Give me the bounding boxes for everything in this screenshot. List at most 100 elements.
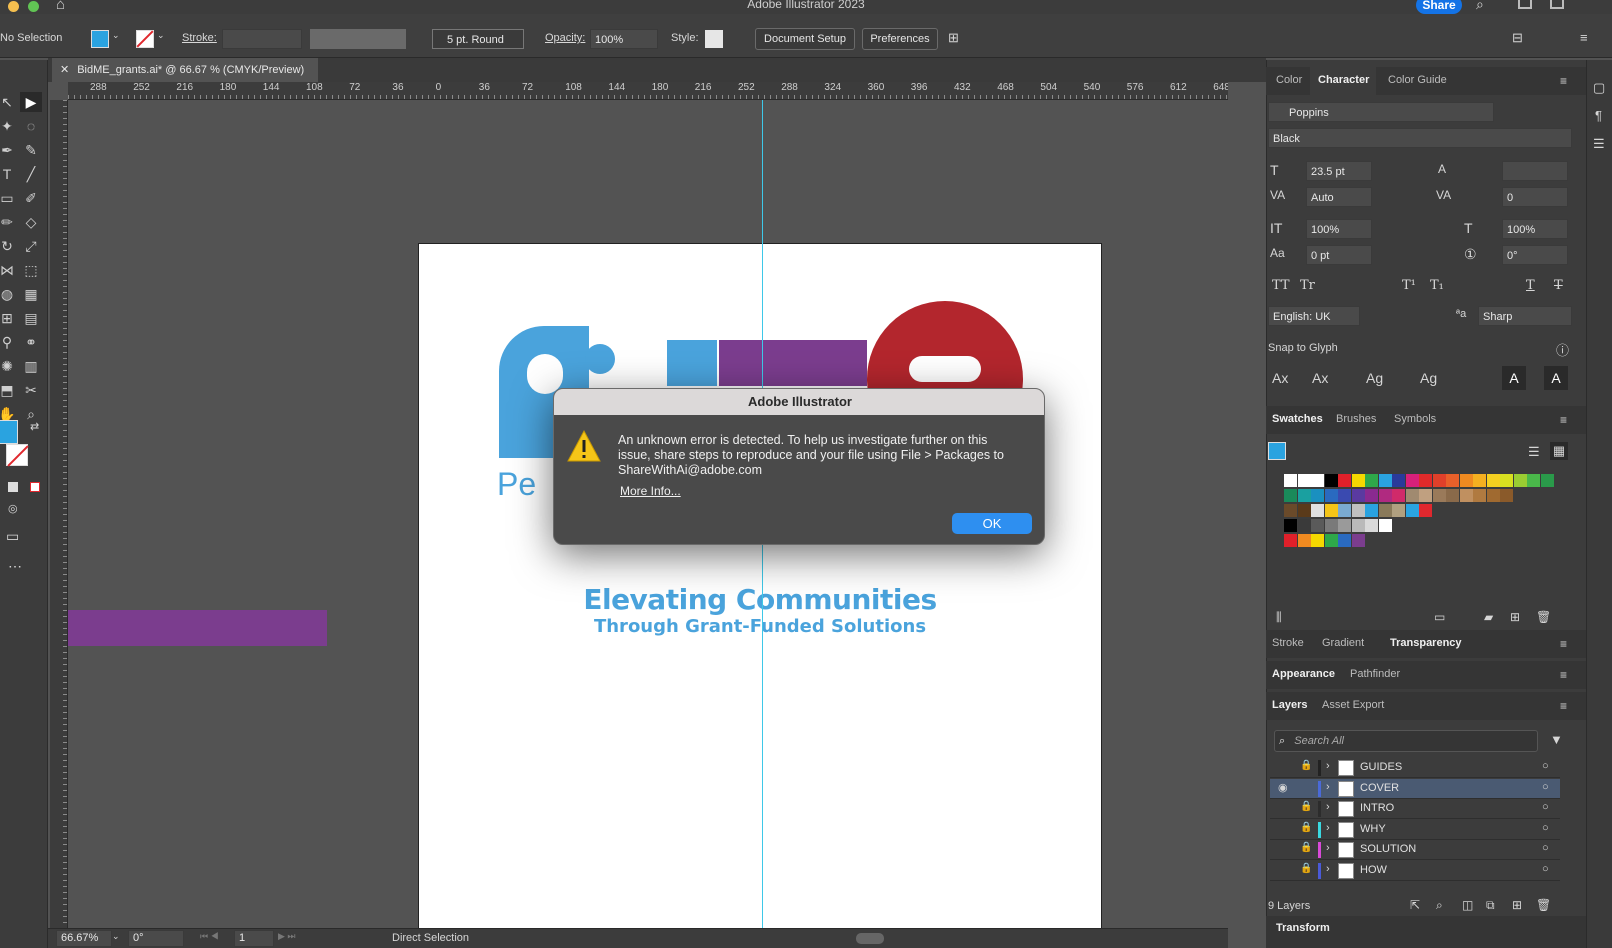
swatch[interactable] <box>1540 474 1554 487</box>
selection-tool-icon[interactable]: ↖ <box>0 92 18 112</box>
style-swatch[interactable] <box>705 30 723 48</box>
none-mode-icon[interactable] <box>30 482 40 492</box>
superscript-icon[interactable]: T¹ <box>1402 278 1416 293</box>
swatch[interactable] <box>1392 489 1405 502</box>
swatch[interactable] <box>1419 504 1432 517</box>
chevron-right-icon[interactable]: › <box>1326 760 1330 772</box>
export-icon[interactable]: ⇱ <box>1410 898 1420 912</box>
tab-transparency[interactable]: Transparency <box>1390 637 1462 649</box>
tab-appearance[interactable]: Appearance <box>1272 668 1335 680</box>
swatch[interactable] <box>1365 474 1378 487</box>
paragraph-icon[interactable]: ¶ <box>1595 108 1602 123</box>
baseline-shift-input[interactable]: 0 pt <box>1306 245 1372 265</box>
arrange-documents-icon[interactable]: ⊞ <box>948 30 959 46</box>
swatch-grid[interactable] <box>1270 474 1554 554</box>
swatch[interactable] <box>1311 474 1324 487</box>
swatch[interactable] <box>1297 534 1311 547</box>
swatch[interactable] <box>1419 489 1432 502</box>
tab-stroke[interactable]: Stroke <box>1272 637 1304 649</box>
tab-swatches[interactable]: Swatches <box>1272 413 1323 425</box>
filter-icon[interactable]: ▼ <box>1550 732 1563 747</box>
type-tool-icon[interactable]: T <box>0 164 18 184</box>
vertical-scale-input[interactable]: 100% <box>1306 219 1372 239</box>
brush-definition[interactable]: 5 pt. Round <box>432 29 524 49</box>
swatch[interactable] <box>1338 489 1351 502</box>
fill-swatch[interactable] <box>91 30 109 48</box>
swatch[interactable] <box>1284 504 1297 517</box>
cover-subheadline[interactable]: Through Grant-Funded Solutions <box>419 616 1101 637</box>
clipping-mask-icon[interactable]: ◫ <box>1462 898 1473 912</box>
swatch[interactable] <box>1378 474 1392 487</box>
swatch[interactable] <box>1419 474 1432 487</box>
tab-layers[interactable]: Layers <box>1272 699 1307 711</box>
swatch[interactable] <box>1297 504 1311 517</box>
swatch[interactable] <box>1324 504 1338 517</box>
layer-name[interactable]: SOLUTION <box>1360 843 1416 855</box>
swatch[interactable] <box>1365 519 1378 532</box>
document-tab[interactable]: ✕ BidME_grants.ai* @ 66.67 % (CMYK/Previe… <box>52 58 318 82</box>
swatch[interactable] <box>1378 489 1392 502</box>
new-swatch-icon[interactable]: ⊞ <box>1510 610 1520 624</box>
new-sublayer-icon[interactable]: ⧉ <box>1486 898 1495 913</box>
horizontal-scale-input[interactable]: 100% <box>1502 219 1568 239</box>
preferences-button[interactable]: Preferences <box>862 28 938 50</box>
swatch[interactable] <box>1338 519 1351 532</box>
language-select[interactable]: English: UK <box>1268 306 1360 326</box>
mesh-tool-icon[interactable]: ⊞ <box>0 308 18 328</box>
shape-builder-tool-icon[interactable]: ◍ <box>0 284 18 304</box>
stroke-label[interactable]: Stroke: <box>182 32 217 44</box>
libraries-icon[interactable]: ▢ <box>1593 80 1605 96</box>
layer-row[interactable]: 🔒 › SOLUTION ○ <box>1270 840 1560 860</box>
swatch[interactable] <box>1392 504 1405 517</box>
layer-name[interactable]: HOW <box>1360 864 1387 876</box>
kerning-input[interactable]: Auto <box>1306 187 1372 207</box>
font-size-input[interactable]: 23.5 pt <box>1306 161 1372 181</box>
lock-icon[interactable]: 🔒 <box>1300 842 1312 853</box>
antialias-select[interactable]: Sharp <box>1478 306 1572 326</box>
swatch[interactable] <box>1405 474 1419 487</box>
panel-menu-icon[interactable]: ≡ <box>1560 699 1567 713</box>
stroke-color-box[interactable] <box>6 444 29 467</box>
layer-row[interactable]: ◉ › COVER ○ <box>1270 778 1560 799</box>
panel-layout-icon[interactable] <box>1550 0 1564 9</box>
search-icon[interactable]: ⌕ <box>1476 0 1484 13</box>
swatch[interactable] <box>1351 519 1365 532</box>
swatch[interactable] <box>1338 504 1351 517</box>
offcanvas-purple-rectangle[interactable] <box>68 610 327 646</box>
direct-selection-tool-icon[interactable]: ▶ <box>20 92 42 112</box>
subscript-icon[interactable]: T₁ <box>1430 278 1444 293</box>
swatch[interactable] <box>1311 504 1324 517</box>
fill-color-box[interactable] <box>0 420 18 444</box>
swatch[interactable] <box>1473 489 1486 502</box>
swatch[interactable] <box>1459 474 1473 487</box>
font-style-select[interactable]: Black <box>1268 128 1572 148</box>
layer-row[interactable]: 🔒 › WHY ○ <box>1270 820 1560 840</box>
swatch[interactable] <box>1500 474 1513 487</box>
opacity-input[interactable]: 100% <box>590 29 658 49</box>
swatch[interactable] <box>1351 474 1365 487</box>
opacity-label[interactable]: Opacity: <box>545 32 585 44</box>
swatch[interactable] <box>1405 504 1419 517</box>
align-icon[interactable]: ⊟ <box>1512 30 1523 46</box>
layer-name[interactable]: GUIDES <box>1360 761 1402 773</box>
small-caps-icon[interactable]: Tr <box>1300 278 1315 293</box>
document-setup-button[interactable]: Document Setup <box>755 28 855 50</box>
swap-fill-stroke-icon[interactable]: ⇄ <box>30 420 39 433</box>
artboard-number-input[interactable]: 1 <box>234 930 274 947</box>
layer-row[interactable]: 🔒 › INTRO ○ <box>1270 799 1560 819</box>
swatch[interactable] <box>1446 474 1459 487</box>
swatch[interactable] <box>1486 474 1500 487</box>
swatch[interactable] <box>1311 489 1324 502</box>
layer-name[interactable]: COVER <box>1360 782 1399 794</box>
more-info-link[interactable]: More Info... <box>620 484 681 498</box>
tab-color-guide[interactable]: Color Guide <box>1388 74 1447 86</box>
chevron-down-icon[interactable]: ⌄ <box>112 30 120 41</box>
chevron-right-icon[interactable]: › <box>1326 801 1330 813</box>
target-icon[interactable]: ○ <box>1542 760 1549 772</box>
locate-object-icon[interactable]: ⌕ <box>1436 898 1443 913</box>
lock-icon[interactable]: 🔒 <box>1300 822 1312 833</box>
swatch[interactable] <box>1500 489 1513 502</box>
layer-row[interactable]: 🔒 › HOW ○ <box>1270 861 1560 881</box>
swatch[interactable] <box>1297 519 1311 532</box>
swatch[interactable] <box>1284 489 1297 502</box>
